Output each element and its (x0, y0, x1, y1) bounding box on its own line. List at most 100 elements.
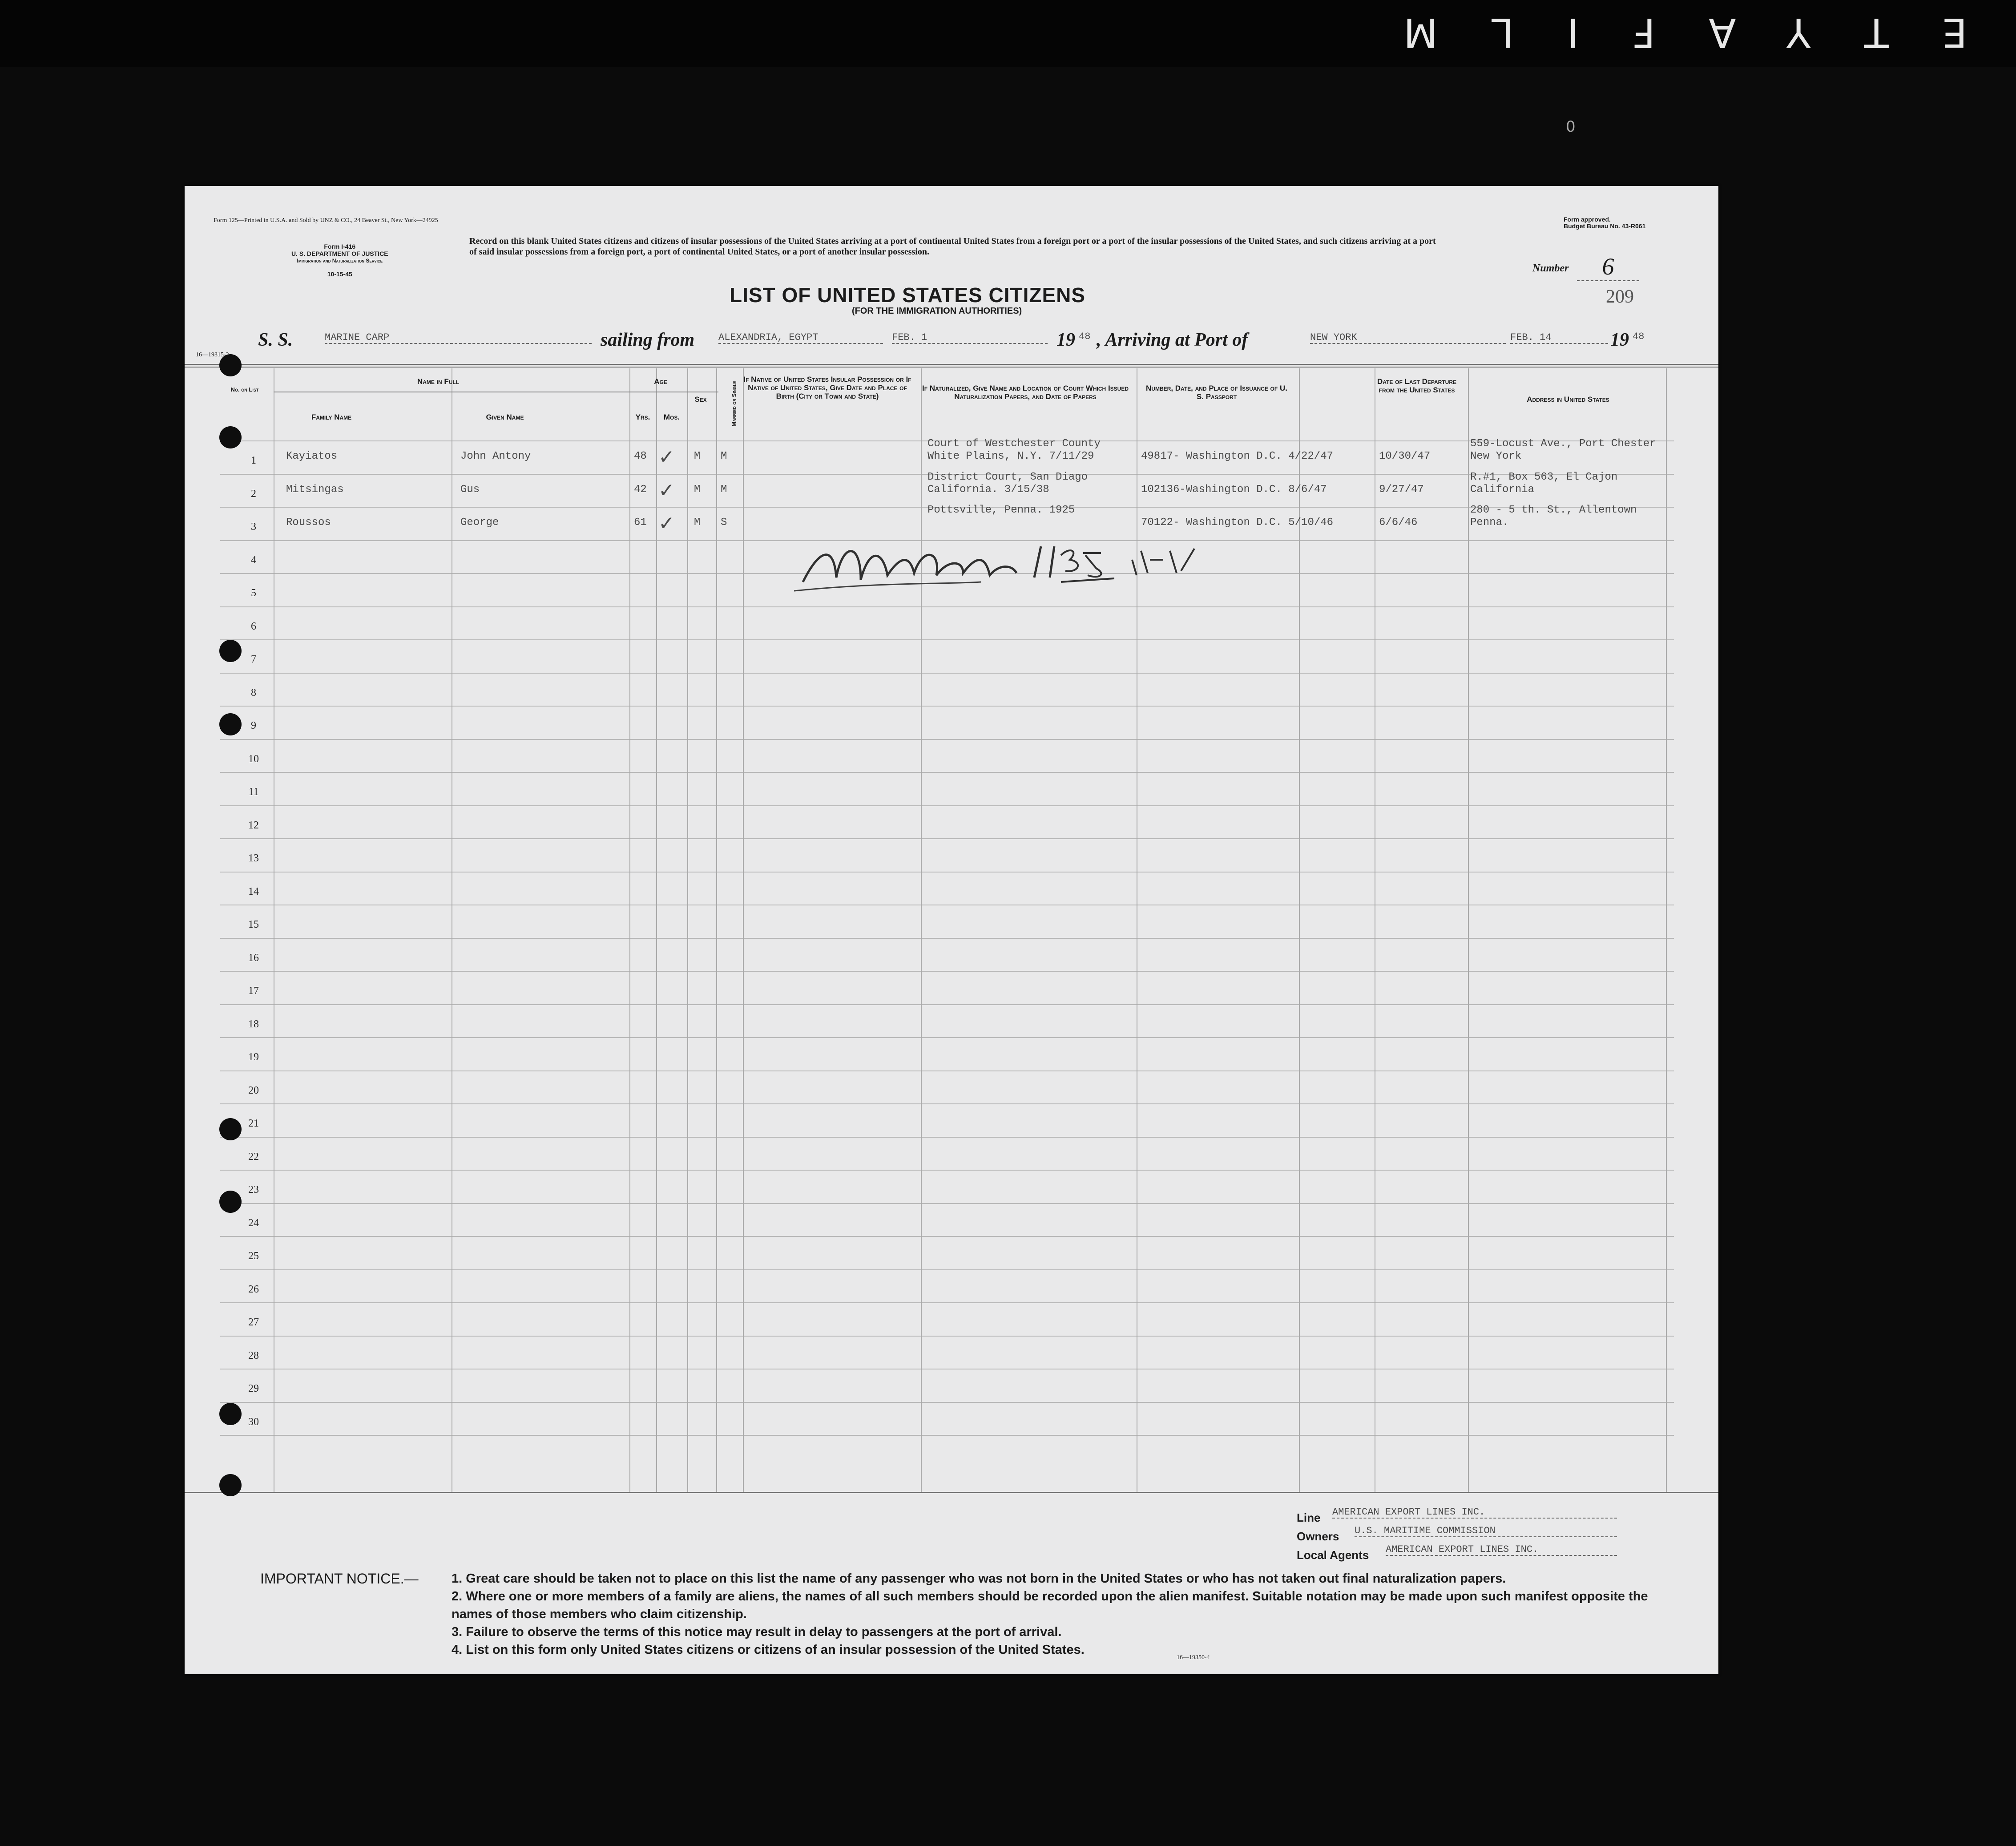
passenger-address-2: Penna. (1470, 517, 1509, 529)
notice-item-1: 1. Great care should be taken not to pla… (452, 1571, 1506, 1586)
row-rule (220, 1037, 1674, 1038)
punch-hole (219, 640, 242, 662)
col-family: Family Name (311, 413, 352, 421)
column-rule (629, 368, 630, 1492)
department: U. S. DEPARTMENT OF JUSTICE (291, 250, 388, 257)
passenger-naturalized-1: District Court, San Diago (927, 471, 1088, 483)
row-number: 15 (248, 919, 259, 930)
passenger-family: Mitsingas (286, 483, 344, 496)
row-rule (220, 838, 1674, 839)
passenger-naturalized-1: Court of Westchester County (927, 438, 1101, 450)
row-number: 3 (251, 521, 256, 533)
column-rule (687, 368, 688, 1492)
passenger-given: George (460, 517, 499, 529)
passenger-yrs: 61 (634, 517, 647, 529)
instruction-text: Record on this blank United States citiz… (469, 236, 1436, 257)
passenger-given: Gus (460, 483, 480, 496)
row-number: 23 (248, 1184, 259, 1196)
manifest-page: Form 125—Printed in U.S.A. and Sold by U… (185, 186, 1718, 1674)
passenger-departure: 6/6/46 (1379, 517, 1418, 529)
to-year-prefix: 19 (1610, 330, 1629, 350)
passenger-yrs: 48 (634, 450, 647, 462)
notice-item-4: 4. List on this form only United States … (452, 1643, 1085, 1657)
row-rule (220, 1136, 1674, 1138)
row-rule (220, 1004, 1674, 1005)
column-rule (1468, 368, 1469, 1492)
col-sex: Sex (694, 395, 707, 404)
row-number: 4 (251, 554, 256, 566)
row-number: 18 (248, 1018, 259, 1030)
notice-items: 1. Great care should be taken not to pla… (452, 1570, 1653, 1659)
notice-item-2: 2. Where one or more members of a family… (452, 1589, 1648, 1621)
film-mark: 0 (1566, 118, 1576, 136)
form-id: Form I-416 (324, 243, 356, 250)
passenger-naturalized-2: White Plains, N.Y. 7/11/29 (927, 450, 1094, 462)
row-number: 13 (248, 852, 259, 864)
local-agents-value: AMERICAN EXPORT LINES INC. (1386, 1544, 1617, 1556)
row-number: 17 (248, 985, 259, 997)
passenger-status: M (721, 483, 727, 496)
owners-value: U.S. MARITIME COMMISSION (1355, 1525, 1617, 1537)
from-year: 48 (1079, 331, 1091, 342)
row-number: 14 (248, 885, 259, 897)
col-native: If Native of United States Insular Posse… (743, 375, 911, 400)
row-rule (220, 606, 1674, 607)
row-number: 6 (251, 620, 256, 632)
column-rule (1666, 368, 1667, 1492)
passenger-yrs: 42 (634, 483, 647, 496)
passenger-address-1: R.#1, Box 563, El Cajon (1470, 471, 1618, 483)
column-rule (743, 368, 744, 1492)
footer-code: 16—19350-4 (1177, 1654, 1210, 1661)
passenger-departure: 10/30/47 (1379, 450, 1431, 462)
arriving-label: , Arriving at Port of (1097, 330, 1248, 350)
row-rule (220, 672, 1674, 674)
form-id-block: Form I-416 U. S. DEPARTMENT OF JUSTICE I… (291, 243, 388, 278)
film-banner: ETYAFILM (1350, 9, 1968, 56)
row-number: 21 (248, 1118, 259, 1129)
table-top-rule-2 (185, 367, 1718, 368)
row-number: 26 (248, 1283, 259, 1295)
row-number: 27 (248, 1317, 259, 1328)
film-strip: ETYAFILM (0, 0, 2016, 67)
passenger-naturalized-2: California. 3/15/38 (927, 483, 1049, 496)
passenger-mos: ✓ (658, 446, 675, 469)
punch-hole (219, 354, 242, 376)
passenger-mos: ✓ (658, 512, 675, 535)
to-date: FEB. 14 (1510, 332, 1608, 344)
col-name-in-full: Name in Full (417, 377, 460, 386)
row-number: 24 (248, 1217, 259, 1229)
from-year-prefix: 19 (1056, 330, 1075, 350)
passenger-address-2: California (1470, 483, 1535, 496)
from-port: ALEXANDRIA, EGYPT (718, 332, 883, 344)
row-rule (220, 772, 1674, 773)
row-rule (220, 1402, 1674, 1403)
to-year: 48 (1633, 331, 1645, 342)
punch-hole (219, 426, 242, 448)
passenger-family: Roussos (286, 517, 331, 529)
punch-hole (219, 1191, 242, 1213)
row-number: 12 (248, 819, 259, 831)
line-value: AMERICAN EXPORT LINES INC. (1332, 1507, 1617, 1519)
passenger-given: John Antony (460, 450, 531, 462)
row-number: 22 (248, 1151, 259, 1163)
service: Immigration and Naturalization Service (297, 258, 383, 264)
row-number: 28 (248, 1349, 259, 1361)
col-naturalized: If Naturalized, Give Name and Location o… (922, 384, 1129, 401)
row-rule (220, 739, 1674, 740)
passenger-passport: 49817- Washington D.C. 4/22/47 (1141, 450, 1334, 462)
row-rule (220, 1203, 1674, 1204)
col-age: Age (654, 377, 667, 386)
line-label: Line (1297, 1511, 1321, 1524)
row-number: 25 (248, 1250, 259, 1262)
row-rule (220, 805, 1674, 806)
table-bottom-rule (185, 1492, 1718, 1493)
col-yrs: Yrs. (635, 413, 650, 421)
notice-heading: IMPORTANT NOTICE.— (260, 1571, 419, 1587)
row-rule (220, 1302, 1674, 1303)
sailing-label: sailing from (601, 330, 695, 350)
row-number: 8 (251, 687, 256, 699)
row-number: 16 (248, 952, 259, 964)
row-number: 9 (251, 720, 256, 731)
passenger-status: M (721, 450, 727, 462)
table-top-rule (185, 364, 1718, 365)
